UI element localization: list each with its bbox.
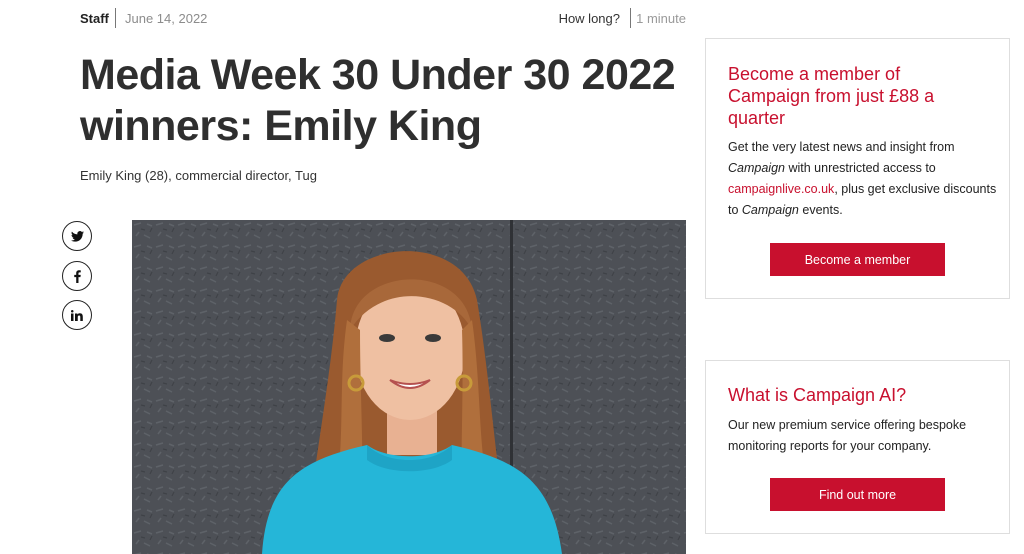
promo-text-segment: events. — [798, 203, 843, 217]
read-time: 1 minute — [636, 11, 686, 26]
meta-divider — [630, 8, 631, 28]
brand-name: Campaign — [741, 203, 799, 217]
promo-text-segment: Get the very latest news and insight fro… — [728, 140, 955, 154]
promo-text-segment: with unrestricted access to — [784, 161, 936, 175]
membership-promo-title: Become a member of Campaign from just £8… — [728, 64, 935, 128]
share-linkedin-button[interactable] — [62, 300, 92, 330]
article-headline: Media Week 30 Under 30 2022 winners: Emi… — [80, 51, 676, 150]
linkedin-icon — [71, 309, 83, 321]
twitter-icon — [70, 230, 84, 242]
facebook-icon — [73, 269, 81, 283]
campaign-ai-text: Our new premium service offering bespoke… — [728, 418, 967, 453]
how-long-label: How long? — [558, 11, 620, 26]
article-hero-image — [132, 220, 686, 554]
campaign-ai-title: What is Campaign AI? — [728, 385, 907, 405]
publish-date: June 14, 2022 — [125, 11, 208, 26]
share-twitter-button[interactable] — [62, 221, 92, 251]
campaignlive-link[interactable]: campaignlive.co.uk — [728, 182, 834, 196]
article-meta: Staff June 14, 2022 How long? 1 minute — [80, 8, 686, 28]
membership-promo-text: Get the very latest news and insight fro… — [728, 137, 998, 221]
brand-name: Campaign — [728, 161, 785, 175]
membership-promo: Become a member of Campaign from just £8… — [705, 38, 1010, 299]
meta-divider — [115, 8, 116, 28]
article-standfirst: Emily King (28), commercial director, Tu… — [80, 168, 317, 183]
author-link[interactable]: Staff — [80, 11, 109, 26]
become-member-button[interactable]: Become a member — [770, 243, 945, 276]
share-facebook-button[interactable] — [62, 261, 92, 291]
find-out-more-button[interactable]: Find out more — [770, 478, 945, 511]
hero-illustration — [132, 220, 686, 554]
campaign-ai-promo: What is Campaign AI? Our new premium ser… — [705, 360, 1010, 534]
